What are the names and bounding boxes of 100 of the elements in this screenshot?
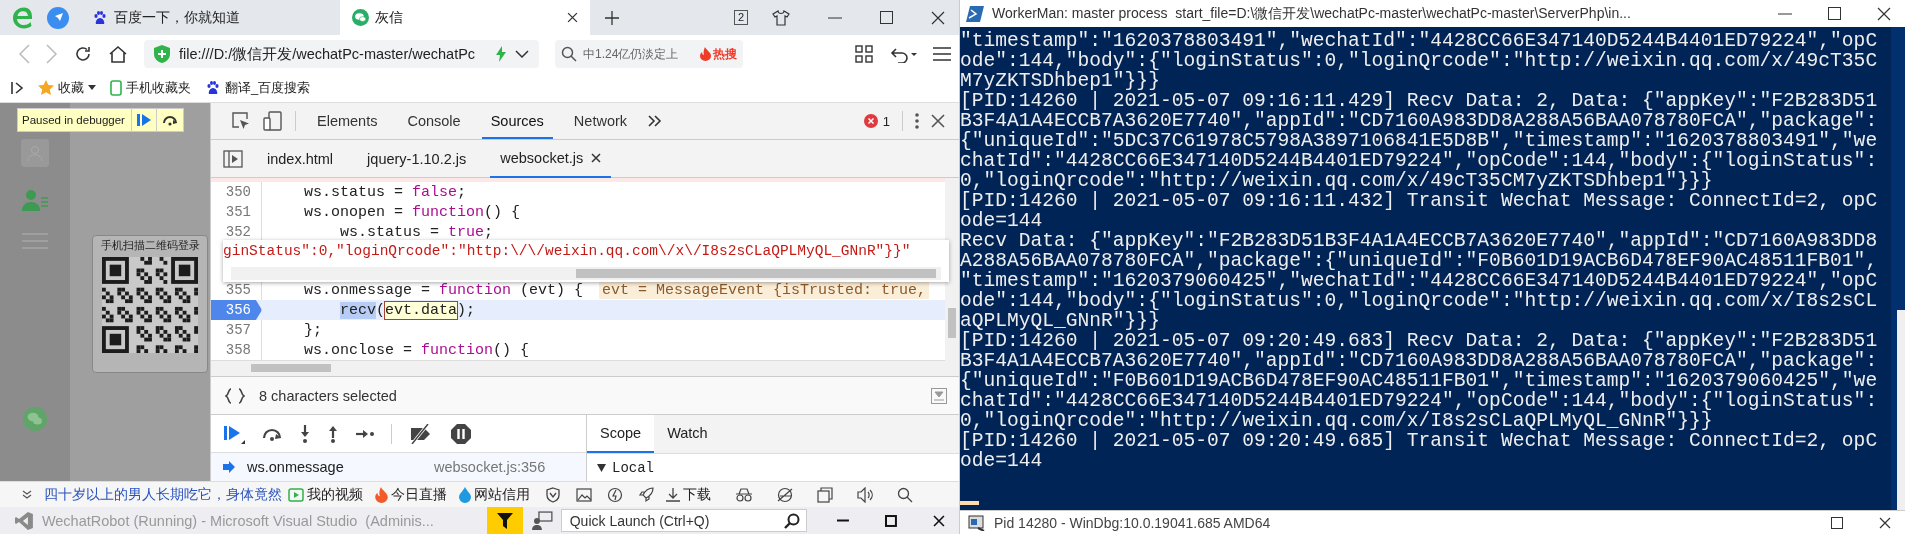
image-icon[interactable] (576, 487, 592, 502)
devtools-tab[interactable]: Console (398, 103, 470, 139)
speaker-icon[interactable] (857, 486, 873, 503)
close-icon[interactable] (567, 12, 578, 23)
pretty-print-icon[interactable] (225, 387, 245, 404)
close-icon[interactable] (1879, 516, 1891, 529)
console-line: [PID:14260 | 2021-05-07 09:16:11.429] Recv Data: 2, Data: {"appKey":"F2B283D51 (960, 91, 1879, 111)
quick-launch-field[interactable]: Quick Launch (Ctrl+Q) (560, 509, 808, 532)
hot-search-badge[interactable]: 热搜 (694, 40, 743, 68)
maximize-icon[interactable] (885, 514, 898, 527)
close-icon[interactable] (1877, 6, 1891, 21)
browser-icon[interactable] (777, 486, 793, 503)
file-tab[interactable]: index.html (257, 139, 344, 178)
speed-icon[interactable] (607, 486, 623, 503)
close-icon[interactable] (931, 114, 945, 128)
maximize-icon[interactable] (1831, 516, 1843, 529)
reload-icon[interactable] (74, 45, 92, 63)
resume-icon[interactable] (223, 423, 245, 444)
more-options-icon[interactable] (915, 113, 919, 129)
selection-status: 8 characters selected (259, 387, 397, 404)
rocket-icon[interactable] (638, 486, 654, 503)
maximize-icon[interactable] (1828, 7, 1841, 20)
scope-section[interactable]: Local (587, 454, 959, 481)
scrollbar[interactable] (1891, 27, 1905, 510)
arrow-icon (223, 461, 235, 474)
console-line: ode":144,"body":{"loginStatus":0,"loginQrcode":"http://weixin.qq.com/x/49cT35C (960, 51, 1879, 71)
flame-icon (700, 47, 711, 61)
visual-studio-icon[interactable] (14, 510, 34, 531)
scrollbar[interactable] (231, 267, 941, 280)
status-bar-item[interactable]: 今日直播 (375, 485, 447, 504)
device-toggle-icon[interactable] (263, 111, 283, 131)
sidebar-tab[interactable]: Scope (587, 415, 655, 453)
console-line: aQPLMyQL_GNnR"}}} (960, 311, 1160, 331)
call-stack-frame[interactable]: ws.onmessage websocket.js:356 (211, 453, 586, 481)
terminal-icon (966, 5, 984, 22)
close-icon[interactable] (931, 10, 945, 25)
grid-icon[interactable] (855, 45, 873, 63)
tab-count[interactable]: 2 (733, 10, 748, 25)
compass-icon[interactable] (46, 5, 70, 30)
inspect-icon[interactable] (231, 111, 251, 131)
drop-icon (459, 486, 471, 503)
close-icon[interactable] (591, 152, 602, 163)
line-number[interactable]: 357 (211, 320, 262, 340)
console-line: "timestamp":"1620379060425","wechatId":"4428CC66E347140D5244B4401ED79224","opC (960, 271, 1879, 291)
status-bar-item[interactable]: 网站信用 (459, 485, 654, 504)
feedback-icon[interactable] (530, 510, 553, 531)
scrollbar[interactable] (211, 360, 945, 376)
bookmark-item[interactable]: 翻译_百度搜索 (205, 78, 311, 97)
search-icon (784, 512, 801, 529)
address-field[interactable]: file:///D:/微信开发/wechatPc-master/wechatPc (144, 40, 539, 68)
devtools-tab[interactable]: Network (564, 103, 637, 139)
sidebar-toggle-icon[interactable] (10, 80, 24, 95)
undo-icon[interactable] (889, 45, 917, 63)
shield-icon[interactable] (545, 486, 561, 503)
expand-icon[interactable] (22, 489, 32, 500)
console-line: [PID:14260 | 2021-05-07 09:20:49.685] Transit Wechat Message: ConnectId=2, opC (960, 431, 1879, 451)
pause-on-exceptions-icon[interactable] (450, 422, 472, 445)
search-input[interactable]: 中1.24亿仍淡定上 (583, 42, 688, 66)
more-tabs-icon[interactable] (648, 115, 663, 127)
login-card-title: 手机扫描二维码登录 (100, 239, 200, 253)
filter-button[interactable] (487, 507, 523, 534)
line-number[interactable]: 350 (211, 182, 262, 202)
shirt-icon[interactable] (772, 9, 790, 26)
menu-icon[interactable] (933, 47, 951, 61)
line-number[interactable]: 356 (211, 300, 262, 320)
sidebar-tab[interactable]: Watch (654, 415, 721, 453)
news-link[interactable]: 四十岁以上的男人长期吃它，身体竟然 (44, 485, 282, 504)
console-line: ode":144,"body":{"loginStatus":0,"loginQrcode":"http://weixin.qq.com/x/I8s2sCL (960, 291, 1879, 311)
window-icon[interactable] (817, 486, 833, 503)
line-number[interactable]: 351 (211, 202, 262, 222)
navigator-toggle-icon[interactable] (223, 149, 243, 168)
home-icon[interactable] (108, 45, 128, 63)
step-icon[interactable] (355, 427, 375, 440)
code-line: ws.onmessage = function (evt) { (303, 281, 584, 299)
bookmark-item[interactable]: 收藏 (38, 78, 96, 97)
scrollbar[interactable] (945, 178, 959, 376)
search-field[interactable]: 中1.24亿仍淡定上 (555, 40, 694, 68)
console-line: M7yZKTSDhbep1"}}} (960, 71, 1160, 91)
close-icon[interactable] (933, 514, 945, 527)
step-over-icon[interactable] (261, 426, 283, 441)
console-line: B3F4A1A4ECCB7A3620E7740","appId":"CD7160A983DD8A288A56BAA078780FCA","package": (960, 111, 1879, 131)
minimize-icon[interactable] (837, 519, 850, 522)
chevron-down-icon[interactable] (515, 50, 529, 58)
bookmark-item[interactable]: 手机收藏夹 (110, 78, 191, 97)
search-icon[interactable] (897, 486, 913, 503)
step-into-icon[interactable] (299, 423, 311, 444)
console-line: Recv Data: {"appKey":"F2B283D51B3F4A1A4ECCB7A3620E7740","appId":"CD7160A983DD8 (960, 231, 1879, 251)
maximize-icon[interactable] (880, 11, 893, 24)
status-bar-item[interactable]: 下载 (666, 485, 711, 504)
browser-tab[interactable]: 百度一下，你就知道 (80, 0, 330, 35)
browser-tab[interactable]: 灰信 (340, 0, 590, 35)
error-count[interactable]: 1 (863, 113, 890, 129)
glasses-icon[interactable] (735, 487, 753, 502)
drawer-toggle-icon[interactable] (931, 387, 947, 404)
new-tab-icon[interactable] (604, 9, 620, 26)
console-line: ode=144 (960, 211, 1043, 231)
file-tab[interactable]: jquery-1.10.2.js (357, 139, 477, 178)
devtools-tab[interactable]: Elements (308, 103, 387, 139)
quick-launch-input[interactable]: Quick Launch (Ctrl+Q) (567, 511, 785, 530)
status-bar-item[interactable]: 我的视频 (288, 485, 363, 504)
